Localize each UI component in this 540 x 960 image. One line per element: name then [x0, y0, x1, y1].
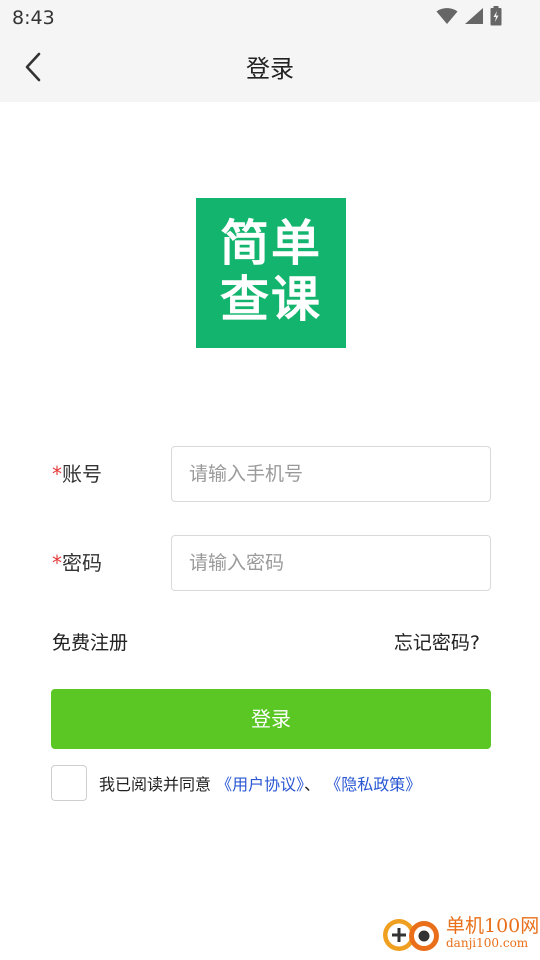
back-button[interactable]: [14, 50, 52, 88]
wifi-icon: [436, 7, 458, 29]
app-logo: 简单 查课: [196, 198, 346, 348]
watermark-domain: danji100.com: [446, 936, 529, 950]
account-label-text: 账号: [62, 462, 102, 486]
battery-charging-icon: [490, 6, 502, 30]
login-button[interactable]: 登录: [51, 689, 491, 749]
password-label-text: 密码: [62, 551, 102, 575]
required-mark: *: [52, 462, 62, 486]
status-time: 8:43: [12, 7, 55, 29]
forgot-password-link[interactable]: 忘记密码?: [394, 628, 480, 655]
page-title: 登录: [246, 55, 294, 83]
phone-input[interactable]: [171, 446, 491, 502]
agreement-separator: 、: [304, 775, 321, 794]
logo-line-2: 查课: [219, 271, 322, 328]
watermark: 单机100网 danji100.com: [382, 910, 539, 954]
watermark-logo-icon: [382, 914, 442, 954]
agreement-prefix: 我已阅读并同意: [99, 775, 212, 794]
status-bar: 8:43: [0, 0, 540, 36]
signal-icon: [464, 7, 484, 29]
register-link[interactable]: 免费注册: [52, 628, 128, 655]
password-label: *密码: [52, 547, 102, 576]
agreement-text: 我已阅读并同意 《用户协议》、 《隐私政策》: [99, 771, 421, 795]
logo-line-1: 简单: [219, 215, 322, 272]
agreement-checkbox[interactable]: [51, 765, 87, 801]
password-input[interactable]: [171, 535, 491, 591]
watermark-brand: 单机100网: [446, 915, 540, 937]
required-mark: *: [52, 551, 62, 575]
status-icons: [436, 6, 502, 30]
account-label: *账号: [52, 458, 102, 487]
privacy-policy-link[interactable]: 《隐私政策》: [325, 775, 421, 794]
user-agreement-link[interactable]: 《用户协议》: [216, 775, 304, 794]
chevron-left-icon: [23, 52, 43, 86]
app-bar: 登录: [0, 36, 540, 102]
